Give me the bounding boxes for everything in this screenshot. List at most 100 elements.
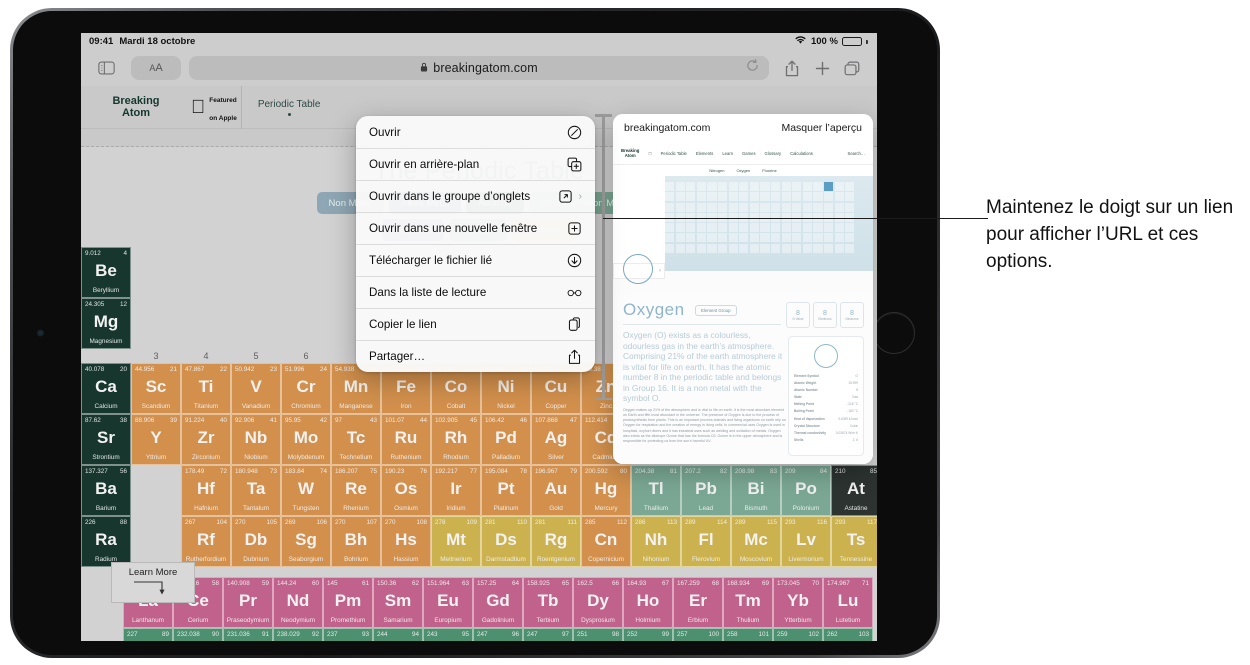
element-mass: 195.084 xyxy=(485,468,508,475)
address-bar[interactable]: AAAA breakingatom.com xyxy=(131,56,769,80)
element-cell[interactable]: 289 114 Fl Flerovium xyxy=(681,516,731,567)
element-number: 112 xyxy=(616,519,627,526)
element-cell[interactable]: 144.24 60 Nd Neodymium xyxy=(273,577,323,628)
element-name: Rhenium xyxy=(343,505,369,512)
element-cell[interactable]: 158.925 65 Tb Terbium xyxy=(523,577,573,628)
element-cell[interactable]: 180.948 73 Ta Tantalum xyxy=(231,465,281,516)
element-cell[interactable]: 145 61 Pm Promethium xyxy=(323,577,373,628)
element-cell[interactable]: 232.03890ThThorium xyxy=(173,628,223,641)
tabs-icon[interactable] xyxy=(837,54,867,82)
context-menu-item[interactable]: Ouvrir en arrière-plan xyxy=(356,148,595,180)
nav-item-periodic-table[interactable]: Periodic Table xyxy=(258,99,320,116)
element-cell[interactable]: 24494PuPlutonium xyxy=(373,628,423,641)
element-cell[interactable]: 195.084 78 Pt Platinum xyxy=(481,465,531,516)
element-cell[interactable]: 91.224 40 Zr Zirconium xyxy=(181,414,231,465)
element-cell[interactable]: 168.934 69 Tm Thulium xyxy=(723,577,773,628)
context-menu-item[interactable]: Dans la liste de lecture xyxy=(356,276,595,308)
element-cell[interactable]: 293 116 Lv Livermorium xyxy=(781,516,831,567)
element-cell[interactable]: 286 113 Nh Nihonium xyxy=(631,516,681,567)
home-button[interactable] xyxy=(873,312,915,354)
share-icon[interactable] xyxy=(777,54,807,82)
element-cell[interactable]: 186.207 75 Re Rhenium xyxy=(331,465,381,516)
element-cell[interactable]: 192.217 77 Ir Iridium xyxy=(431,465,481,516)
element-cell[interactable]: 101.07 44 Ru Ruthenium xyxy=(381,414,431,465)
text-size-button[interactable]: AAAA xyxy=(131,56,181,80)
element-cell[interactable]: 40.078 20 Ca Calcium xyxy=(81,363,131,414)
element-cell[interactable]: 23793NpNeptunium xyxy=(323,628,373,641)
element-cell[interactable]: 25198CfCalifornium xyxy=(573,628,623,641)
element-cell[interactable]: 262103LrLawrencium xyxy=(823,628,873,641)
element-cell[interactable]: 25299EsEinsteinium xyxy=(623,628,673,641)
element-cell[interactable]: 24796CmCurium xyxy=(473,628,523,641)
context-menu-item[interactable]: Copier le lien xyxy=(356,308,595,340)
element-cell[interactable]: 267 104 Rf Rutherfordium xyxy=(181,516,231,567)
element-cell[interactable]: 207.2 82 Pb Lead xyxy=(681,465,731,516)
element-cell[interactable]: 102.905 45 Rh Rhodium xyxy=(431,414,481,465)
element-cell[interactable]: 210 85 At Astatine xyxy=(831,465,877,516)
element-cell[interactable]: 174.967 71 Lu Lutetium xyxy=(823,577,873,628)
element-cell[interactable]: 22789AcActinium xyxy=(123,628,173,641)
element-cell[interactable]: 151.964 63 Eu Europium xyxy=(423,577,473,628)
sidebar-icon[interactable] xyxy=(91,54,121,82)
context-menu-item[interactable]: Télécharger le fichier lié xyxy=(356,244,595,276)
element-number: 116 xyxy=(816,519,827,526)
element-cell[interactable]: 51.996 24 Cr Chromium xyxy=(281,363,331,414)
element-cell[interactable]: 289 115 Mc Moscovium xyxy=(731,516,781,567)
element-cell[interactable]: 293 117 Ts Tennessine xyxy=(831,516,877,567)
context-menu-item[interactable]: Ouvrir xyxy=(356,116,595,148)
element-cell[interactable]: 196.967 79 Au Gold xyxy=(531,465,581,516)
element-cell[interactable]: 150.36 62 Sm Samarium xyxy=(373,577,423,628)
context-menu-item[interactable]: Ouvrir dans le groupe d’onglets › xyxy=(356,180,595,212)
context-menu-item-label: Partager… xyxy=(369,350,426,363)
element-cell[interactable]: 200.592 80 Hg Mercury xyxy=(581,465,631,516)
element-cell[interactable]: 270 107 Bh Bohrium xyxy=(331,516,381,567)
element-cell[interactable]: 106.42 46 Pd Palladium xyxy=(481,414,531,465)
element-cell[interactable]: 137.327 56 Ba Barium xyxy=(81,465,131,516)
element-cell[interactable]: 157.25 64 Gd Gadolinium xyxy=(473,577,523,628)
element-cell[interactable]: 44.956 21 Sc Scandium xyxy=(131,363,181,414)
element-cell[interactable]: 140.908 59 Pr Praseodymium xyxy=(223,577,273,628)
element-cell[interactable]: 50.942 23 V Vanadium xyxy=(231,363,281,414)
learn-more-callout[interactable]: Learn More xyxy=(111,562,195,603)
element-cell[interactable]: 92.906 41 Nb Niobium xyxy=(231,414,281,465)
element-cell[interactable]: 95.95 42 Mo Molybdenum xyxy=(281,414,331,465)
plus-icon[interactable] xyxy=(807,54,837,82)
element-cell[interactable]: 88.906 39 Y Yttrium xyxy=(131,414,181,465)
element-cell[interactable]: 164.93 67 Ho Holmium xyxy=(623,577,673,628)
element-cell[interactable]: 238.02992UUranium xyxy=(273,628,323,641)
element-cell[interactable]: 281 110 Ds Darmstadtium xyxy=(481,516,531,567)
element-cell[interactable]: 257100FmFermium xyxy=(673,628,723,641)
element-cell[interactable]: 270 108 Hs Hassium xyxy=(381,516,431,567)
element-cell[interactable]: 204.38 81 Tl Thallium xyxy=(631,465,681,516)
element-cell[interactable]: 209 84 Po Polonium xyxy=(781,465,831,516)
element-cell[interactable]: 24797BkBerkelium xyxy=(523,628,573,641)
element-cell[interactable]: 162.5 66 Dy Dysprosium xyxy=(573,577,623,628)
site-logo[interactable]: Breaking Atom xyxy=(81,95,191,119)
element-cell[interactable]: 226 88 Ra Radium xyxy=(81,516,131,567)
context-menu-item[interactable]: Ouvrir dans une nouvelle fenêtre xyxy=(356,212,595,244)
element-cell[interactable]: 107.868 47 Ag Silver xyxy=(531,414,581,465)
hide-preview-button[interactable]: Masquer l’aperçu xyxy=(781,122,862,134)
reload-icon[interactable] xyxy=(746,59,759,77)
element-cell[interactable]: 285 112 Cn Copernicium xyxy=(581,516,631,567)
element-cell[interactable]: 178.49 72 Hf Hafnium xyxy=(181,465,231,516)
context-menu-item[interactable]: Partager… xyxy=(356,340,595,372)
element-cell[interactable]: 47.867 22 Ti Titanium xyxy=(181,363,231,414)
element-cell[interactable]: 269 106 Sg Seaborgium xyxy=(281,516,331,567)
element-cell[interactable]: 183.84 74 W Tungsten xyxy=(281,465,331,516)
element-cell[interactable]: 208.98 83 Bi Bismuth xyxy=(731,465,781,516)
element-cell[interactable]: 167.259 68 Er Erbium xyxy=(673,577,723,628)
element-cell[interactable]: 278 109 Mt Meitnerium xyxy=(431,516,481,567)
element-cell[interactable]: 24395AmAmericium xyxy=(423,628,473,641)
element-cell[interactable]: 173.045 70 Yb Ytterbium xyxy=(773,577,823,628)
element-cell[interactable]: 190.23 76 Os Osmium xyxy=(381,465,431,516)
element-cell[interactable]: 281 111 Rg Roentgenium xyxy=(531,516,581,567)
element-cell[interactable]: 87.62 38 Sr Strontium xyxy=(81,414,131,465)
element-cell[interactable]: 231.03691PaProtactinium xyxy=(223,628,273,641)
element-cell[interactable]: 259102NoNobelium xyxy=(773,628,823,641)
element-cell[interactable]: 258101MdMendelevium xyxy=(723,628,773,641)
element-number: 39 xyxy=(169,417,177,424)
element-cell[interactable]: 9.012 4 Be Beryllium xyxy=(81,247,131,298)
element-cell[interactable]: 270 105 Db Dubnium xyxy=(231,516,281,567)
element-cell[interactable]: 97 43 Tc Technetium xyxy=(331,414,381,465)
